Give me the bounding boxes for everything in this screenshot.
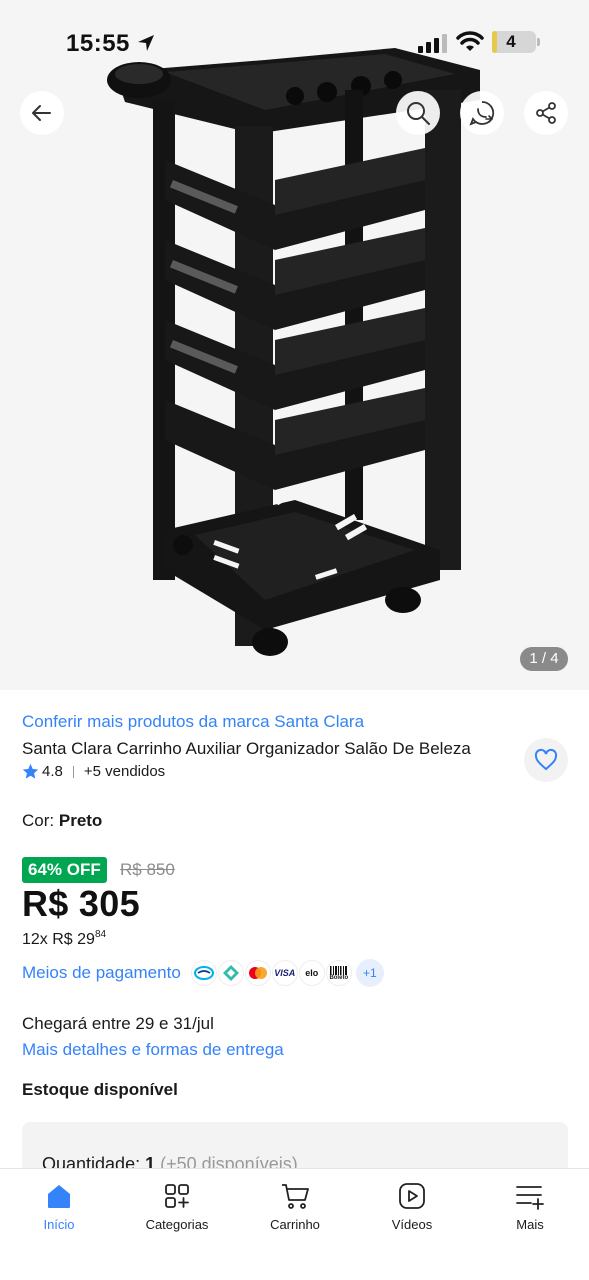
- whatsapp-icon: [469, 101, 495, 126]
- location-arrow-icon: [138, 35, 154, 51]
- delivery-estimate: Chegará entre 29 e 31/jul: [22, 1014, 214, 1033]
- battery-level: 4: [506, 32, 516, 51]
- delivery-details-link[interactable]: Mais detalhes e formas de entrega: [22, 1040, 284, 1060]
- more-menu-icon: [515, 1181, 545, 1211]
- rating-separator: [72, 765, 74, 778]
- rating-value: 4.8: [42, 763, 63, 780]
- tab-label: Categorias: [145, 1217, 209, 1232]
- video-icon: [397, 1181, 427, 1211]
- pix-icon: [217, 960, 244, 986]
- star-icon: [22, 763, 39, 779]
- home-icon: [44, 1181, 74, 1211]
- color-label: Cor:: [22, 811, 55, 830]
- tab-mais[interactable]: Mais: [471, 1181, 589, 1232]
- more-payment-methods[interactable]: +1: [355, 959, 384, 987]
- categories-icon: [162, 1181, 192, 1211]
- back-arrow-icon: [32, 105, 51, 121]
- brand-products-link[interactable]: Conferir mais produtos da marca Santa Cl…: [22, 712, 364, 732]
- heart-icon: [534, 748, 558, 771]
- elo-icon: elo: [298, 960, 325, 986]
- mercado-pago-icon: [190, 960, 217, 986]
- sold-count: +5 vendidos: [83, 763, 166, 780]
- cart-icon: [280, 1181, 310, 1211]
- search-icon: [407, 102, 430, 125]
- payment-methods-row[interactable]: Meios de pagamento VISA elo Boleto +1: [22, 958, 384, 988]
- favorite-button[interactable]: [524, 738, 568, 782]
- search-button[interactable]: [396, 91, 440, 135]
- bottom-tab-bar: Início Categorias Carrinho Vídeos Mais: [0, 1168, 589, 1280]
- whatsapp-share-button[interactable]: [460, 91, 504, 135]
- product-gallery[interactable]: 15:55 4 1 / 4: [0, 0, 589, 690]
- back-button[interactable]: [20, 91, 64, 135]
- installments-amount: 12x R$ 29: [22, 931, 95, 948]
- status-bar: 15:55 4: [0, 0, 589, 88]
- boleto-label: Boleto: [329, 974, 349, 981]
- payment-methods-link[interactable]: Meios de pagamento: [22, 963, 181, 983]
- wifi-icon: [456, 31, 484, 51]
- tab-inicio[interactable]: Início: [0, 1181, 118, 1232]
- color-row: Cor: Preto: [22, 811, 102, 831]
- tab-label: Início: [43, 1217, 75, 1232]
- tab-label: Vídeos: [391, 1217, 433, 1232]
- product-title: Santa Clara Carrinho Auxiliar Organizado…: [22, 739, 471, 758]
- image-counter: 1 / 4: [520, 647, 568, 671]
- tab-carrinho[interactable]: Carrinho: [236, 1181, 354, 1232]
- visa-icon: VISA: [271, 960, 298, 986]
- share-button[interactable]: [524, 91, 568, 135]
- current-price: R$ 305: [22, 883, 140, 924]
- stock-status: Estoque disponível: [22, 1080, 178, 1099]
- cellular-signal-icon: [418, 34, 447, 53]
- tab-videos[interactable]: Vídeos: [353, 1181, 471, 1232]
- share-icon: [536, 102, 556, 124]
- battery-tip: [537, 38, 540, 46]
- installments-cents: 84: [94, 929, 107, 940]
- battery-indicator: 4: [492, 31, 540, 53]
- mastercard-icon: [244, 960, 271, 986]
- rating-row[interactable]: 4.8 +5 vendidos: [22, 763, 165, 780]
- home-indicator: [162, 1265, 427, 1271]
- tab-label: Carrinho: [270, 1217, 320, 1232]
- tab-label: Mais: [516, 1217, 544, 1232]
- status-time: 15:55: [66, 30, 130, 57]
- tab-categorias[interactable]: Categorias: [118, 1181, 236, 1232]
- old-price: R$ 850: [120, 860, 175, 879]
- color-value: Preto: [58, 811, 103, 830]
- discount-badge: 64% OFF: [22, 857, 107, 883]
- boleto-icon: Boleto: [325, 960, 352, 986]
- installments: 12x R$ 2984: [22, 929, 107, 949]
